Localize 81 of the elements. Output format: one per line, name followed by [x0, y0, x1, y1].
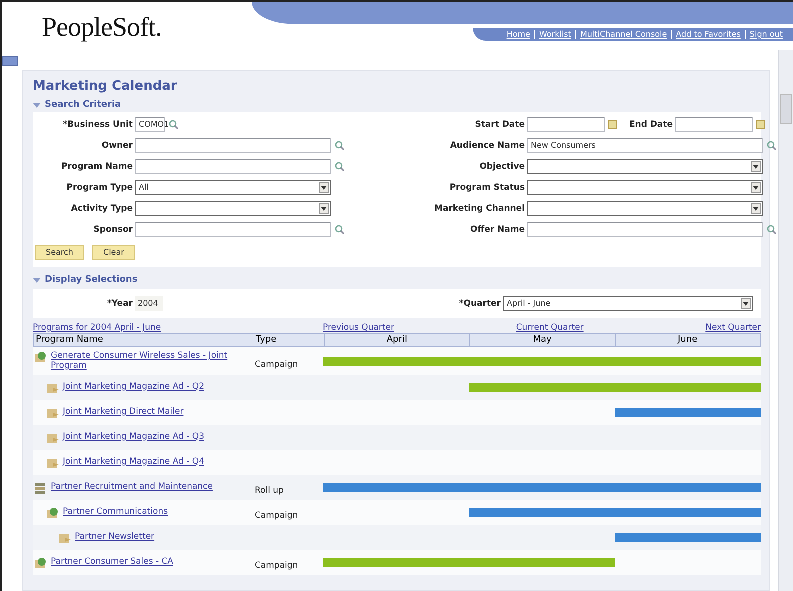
column-header: Program Name: [35, 334, 104, 346]
quarter-link[interactable]: Current Quarter: [516, 323, 584, 333]
program-link[interactable]: Partner Consumer Sales - CA: [51, 556, 174, 566]
type-text: Campaign: [254, 511, 298, 521]
calendar-icon[interactable]: [608, 120, 617, 129]
folder-icon: [47, 432, 59, 444]
date-field[interactable]: [675, 117, 753, 132]
input-field[interactable]: 2004: [135, 296, 163, 311]
program-link[interactable]: Generate Consumer Wireless Sales - Joint Program: [51, 351, 251, 371]
field-label: Objective: [478, 162, 526, 172]
logo: PeopleSoft.: [41, 11, 163, 44]
section-title[interactable]: Display Selections: [45, 275, 138, 285]
field-label: Program Name: [60, 162, 134, 172]
field-label: Owner: [100, 140, 134, 150]
field-label: Marketing Channel: [434, 204, 526, 214]
program-link[interactable]: Joint Marketing Magazine Ad - Q4: [63, 456, 204, 466]
field-label: Sponsor: [92, 224, 134, 234]
program-link[interactable]: Partner Communications: [63, 506, 168, 516]
column-header: Type: [255, 334, 278, 346]
header-link[interactable]: Home: [502, 30, 534, 39]
search-icon[interactable]: [335, 224, 345, 234]
collapse-triangle-icon[interactable]: [33, 278, 41, 282]
quarter-link[interactable]: Next Quarter: [706, 323, 761, 333]
folder-icon: [59, 532, 71, 544]
folder-icon: [47, 406, 59, 418]
column-header: April: [324, 334, 470, 346]
dropdown-field[interactable]: April - June: [503, 296, 753, 311]
stack-icon: [35, 482, 47, 494]
globe-folder-icon: [47, 506, 59, 518]
input-field[interactable]: [135, 138, 331, 153]
field-label: *Business Unit: [62, 120, 134, 130]
column-header: June: [614, 334, 760, 346]
search-icon[interactable]: [169, 120, 179, 130]
header-link[interactable]: MultiChannel Console: [575, 30, 672, 39]
page-title: Marketing Calendar: [33, 79, 178, 94]
input-field[interactable]: [527, 222, 763, 237]
type-text: Campaign: [254, 360, 298, 370]
input-field[interactable]: [135, 222, 331, 237]
header-link[interactable]: Worklist: [534, 30, 576, 39]
scrollbar-thumb[interactable]: [780, 94, 792, 124]
search-icon[interactable]: [335, 140, 345, 150]
header-link[interactable]: Add to Favorites: [671, 30, 745, 39]
field-label: *Quarter: [458, 298, 502, 308]
type-text: Campaign: [254, 561, 298, 571]
program-link[interactable]: Joint Marketing Magazine Ad - Q3: [63, 432, 204, 442]
action-button[interactable]: Clear: [92, 245, 136, 260]
column-header: May: [469, 334, 615, 346]
folder-icon: [47, 382, 59, 394]
field-label: Start Date: [474, 120, 526, 130]
globe-folder-icon: [35, 351, 47, 363]
field-label: *Year: [106, 298, 134, 308]
search-icon[interactable]: [767, 140, 777, 150]
field-label: Program Status: [448, 182, 526, 192]
calendar-icon[interactable]: [756, 120, 765, 129]
dropdown-field[interactable]: [527, 201, 763, 216]
field-label: Offer Name: [470, 224, 526, 234]
dropdown-field[interactable]: [527, 180, 763, 195]
input-field[interactable]: [135, 159, 331, 174]
program-link[interactable]: Partner Recruitment and Maintenance: [51, 482, 213, 492]
program-link[interactable]: Partner Newsletter: [75, 532, 155, 542]
dropdown-field[interactable]: [135, 201, 331, 216]
globe-folder-icon: [35, 556, 47, 568]
type-text: Roll up: [254, 486, 284, 496]
field-label: Activity Type: [70, 204, 134, 214]
action-button[interactable]: Search: [35, 245, 84, 260]
program-link[interactable]: Joint Marketing Direct Mailer: [63, 406, 184, 416]
field-label: Program Type: [66, 182, 134, 192]
search-icon[interactable]: [335, 162, 345, 172]
dropdown-field[interactable]: All: [135, 180, 331, 195]
field-label: Audience Name: [449, 140, 526, 150]
field-label: End Date: [628, 120, 674, 130]
dropdown-field[interactable]: [527, 159, 763, 174]
quarter-link[interactable]: Previous Quarter: [323, 323, 394, 333]
calendar-caption[interactable]: Programs for 2004 April - June: [33, 323, 162, 333]
folder-icon: [47, 456, 59, 468]
header-link[interactable]: Sign out: [744, 30, 787, 39]
input-field[interactable]: New Consumers: [527, 138, 763, 153]
section-title[interactable]: Search Criteria: [45, 100, 122, 110]
program-link[interactable]: Joint Marketing Magazine Ad - Q2: [63, 382, 204, 392]
date-field[interactable]: [527, 117, 605, 132]
search-icon[interactable]: [767, 224, 777, 234]
